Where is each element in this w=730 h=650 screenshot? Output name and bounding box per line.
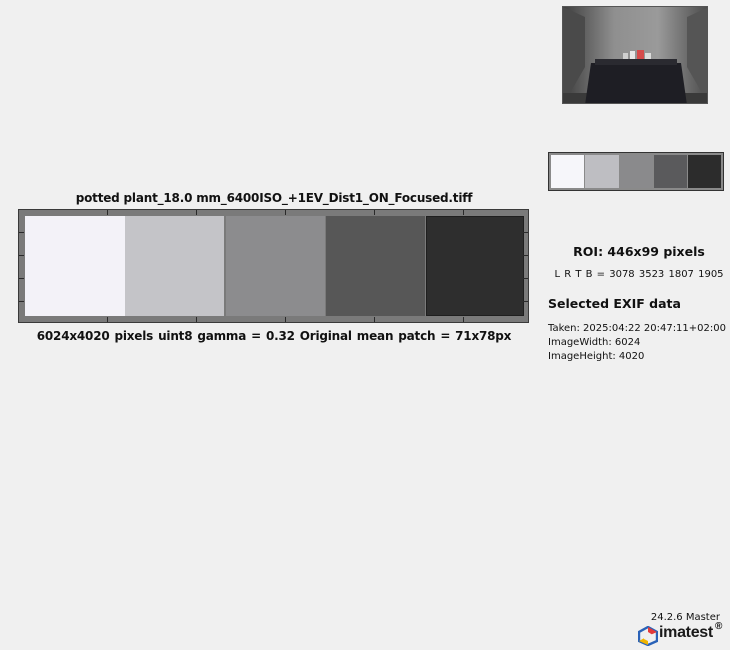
patch-image-plot [18,209,529,323]
y-tick [19,255,24,256]
exif-heading: Selected EXIF data [548,296,681,311]
x-tick [196,317,197,322]
exif-image-height: ImageHeight: 4020 [548,351,645,362]
exif-image-width: ImageWidth: 6024 [548,337,641,348]
version-label: 24.2.6 Master [650,612,720,623]
y-tick [19,232,24,233]
x-tick [285,210,286,215]
y-tick [523,301,528,302]
plot-title: potted plant_18.0 mm_6400ISO_+1EV_Dist1_… [75,191,473,205]
roi-patch-2 [585,155,619,188]
roi-patch-4 [654,155,687,188]
x-tick [285,317,286,322]
y-tick [523,232,528,233]
imatest-logo: imatest ® [638,621,728,646]
roi-patch-1 [551,155,584,188]
y-tick [19,301,24,302]
patch-1 [25,216,125,316]
roi-patch-5 [688,155,721,188]
x-tick [374,210,375,215]
registered-mark: ® [715,621,723,632]
y-tick [523,255,528,256]
roi-title: ROI: 446x99 pixels [573,244,705,259]
x-tick [107,210,108,215]
y-tick [523,278,528,279]
exif-taken: Taken: 2025:04:22 20:47:11+02:00 [548,323,726,334]
x-tick [374,317,375,322]
patch-2 [125,216,224,316]
image-thumbnail [562,6,708,104]
x-tick [196,210,197,215]
y-tick [19,278,24,279]
plot-caption: 6024x4020 pixels uint8 gamma = 0.32 Orig… [36,329,512,343]
roi-coordinates: L R T B = 3078 3523 1807 1905 [554,269,724,280]
roi-preview-strip [548,152,724,191]
scene-thumbnail-image [563,7,707,103]
x-tick [107,317,108,322]
patch-3 [226,216,325,316]
imatest-logo-text: imatest [659,624,713,641]
patch-4 [326,216,425,316]
x-tick [463,210,464,215]
x-tick [463,317,464,322]
imatest-logo-icon [638,626,658,646]
patch-5 [426,216,524,316]
roi-patch-3 [620,155,653,188]
